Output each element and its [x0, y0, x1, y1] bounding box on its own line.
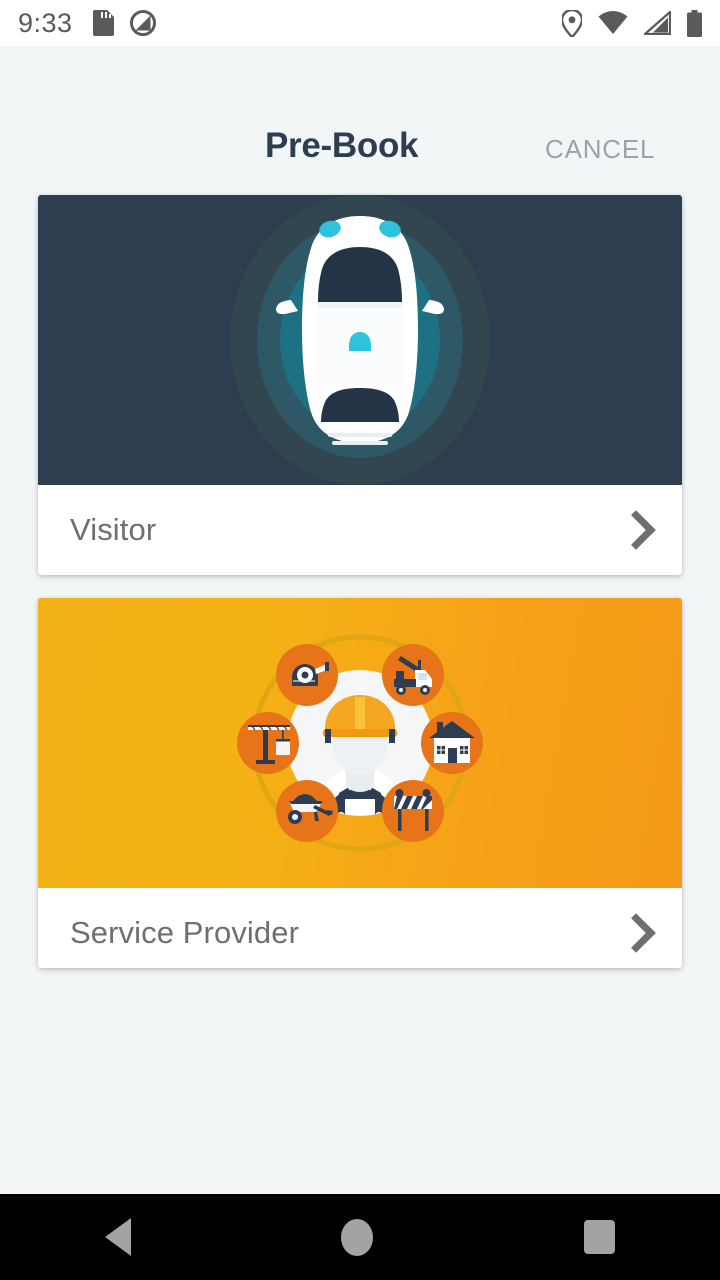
chevron-right-icon[interactable]	[620, 509, 650, 551]
construction-worker-icon	[237, 634, 483, 852]
sd-card-icon	[92, 10, 114, 36]
car-top-view-icon	[230, 195, 490, 485]
do-not-disturb-icon	[129, 10, 156, 36]
card-service-provider[interactable]: Service Provider	[38, 598, 682, 968]
header: Pre-Book CANCEL	[0, 46, 720, 196]
visitor-illustration-area	[38, 195, 682, 485]
status-right-icons	[562, 9, 702, 37]
app-screen: 9:33 Pre-Book CANCEL Visitor Service Pro…	[0, 0, 720, 1280]
page-title: Pre-Book	[265, 126, 419, 165]
back-button-icon[interactable]	[105, 1218, 132, 1256]
service-provider-card-footer[interactable]: Service Provider	[38, 888, 682, 968]
battery-icon	[687, 9, 702, 37]
recents-button-icon[interactable]	[583, 1220, 615, 1254]
status-left-icons	[92, 10, 156, 36]
service-provider-illustration-area	[38, 598, 682, 888]
visitor-card-label: Visitor	[70, 512, 157, 547]
chevron-right-icon[interactable]	[620, 912, 650, 954]
wifi-icon	[598, 11, 628, 34]
android-nav-bar	[0, 1194, 720, 1280]
visitor-card-footer[interactable]: Visitor	[38, 485, 682, 575]
location-pin-icon	[562, 9, 582, 37]
home-button-icon[interactable]	[341, 1218, 374, 1256]
service-provider-card-label: Service Provider	[70, 915, 300, 950]
status-time: 9:33	[18, 7, 73, 38]
card-visitor[interactable]: Visitor	[38, 195, 682, 575]
status-bar: 9:33	[0, 0, 720, 46]
cancel-button[interactable]: CANCEL	[545, 134, 655, 165]
cellular-signal-icon	[644, 11, 671, 35]
